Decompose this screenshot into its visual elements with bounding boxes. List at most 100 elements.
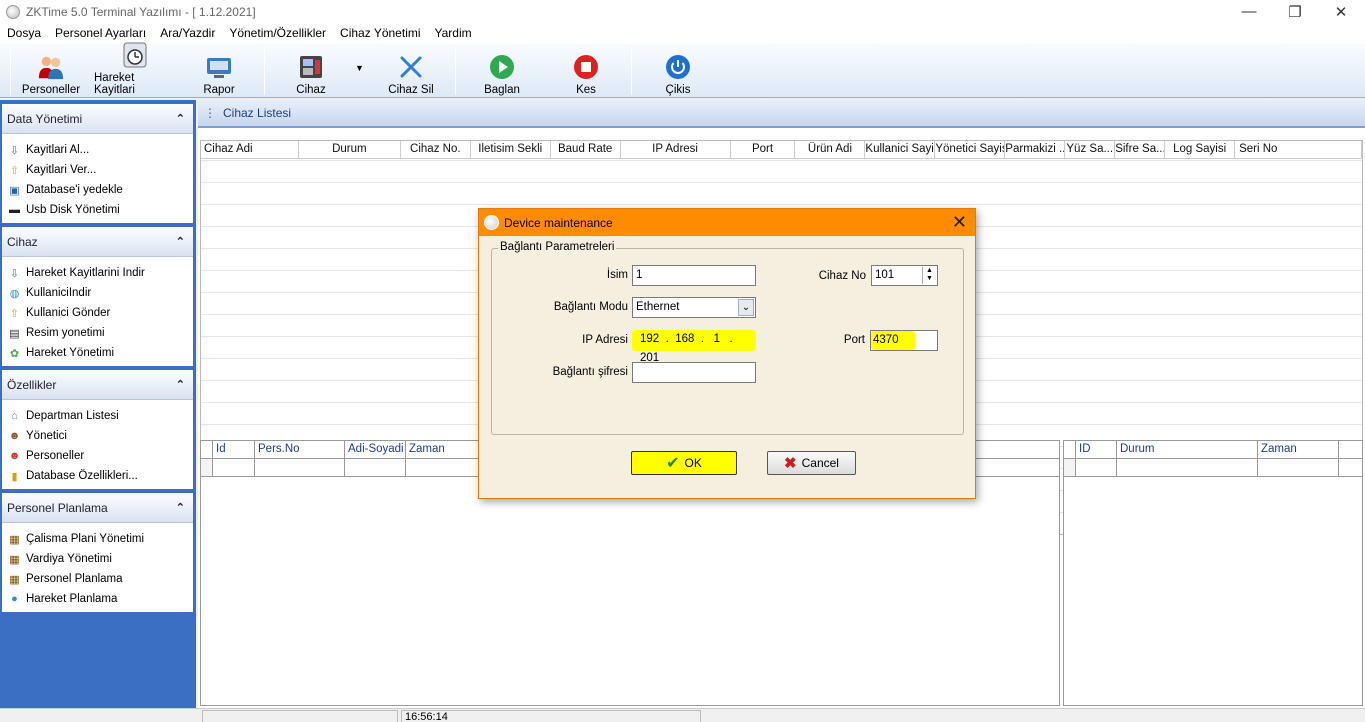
menu-ara-yazdir[interactable]: Ara/Yazdir [153, 26, 222, 40]
isim-input[interactable]: 1 [632, 265, 756, 286]
cikis-button[interactable]: Çikis [658, 48, 698, 96]
column-header[interactable]: Iletisim Sekli [471, 141, 551, 158]
left-navigation-panel: Data Yönetimi ⌃ ⇩ Kayitlari Al... ⇧ Kayitl… [0, 100, 196, 708]
column-header[interactable]: IP Adresi [621, 141, 731, 158]
sidebar-item-personeller[interactable]: ☻ Personeller [2, 446, 193, 466]
column-header[interactable]: Yüz Sa... [1065, 141, 1116, 158]
status-grid-header: ID Durum Zaman [1064, 441, 1362, 459]
sidebar-item-database-ozellikleri[interactable]: ▮ Database Özellikleri... [2, 466, 193, 486]
sidebar-item-database-yedekle[interactable]: ▣ Database'i yedekle [2, 180, 193, 200]
cihaz-sil-label: Cihaz Sil [388, 84, 434, 96]
personeller-button[interactable]: Personeller [22, 48, 80, 96]
report-icon [205, 53, 233, 81]
sidebar-item-usb-disk[interactable]: ▬ Usb Disk Yönetimi [2, 200, 193, 220]
menu-yardim[interactable]: Yardim [428, 26, 479, 40]
power-icon [664, 53, 692, 81]
column-header[interactable]: Parmakizi ... [1005, 141, 1066, 158]
dialog-close-icon[interactable]: ✕ [952, 212, 967, 233]
port-input[interactable]: 4370 [870, 330, 938, 351]
sidebar-item-resim-yonetimi[interactable]: ▤ Resim yonetimi [2, 323, 193, 343]
sidebar-item-hareket-indir[interactable]: ⇩ Hareket Kayitlarini Indir [2, 263, 193, 283]
ok-button[interactable]: ✔ OK [631, 451, 737, 475]
play-icon [488, 53, 516, 81]
section-header[interactable]: Cihaz ⌃ [2, 227, 193, 257]
menu-cihaz-yonetimi[interactable]: Cihaz Yönetimi [333, 26, 427, 40]
column-header[interactable]: Baud Rate [551, 141, 621, 158]
arrow-down-green-icon: ⇩ [9, 144, 20, 157]
cihaz-no-label: Cihaz No [818, 270, 866, 282]
sidebar-item-hareket-yonetimi[interactable]: ✿ Hareket Yönetimi [2, 343, 193, 363]
cihaz-sil-button[interactable]: Cihaz Sil [385, 48, 437, 96]
close-window-button[interactable]: ✕ [1318, 0, 1364, 23]
column-header[interactable]: Zaman [406, 441, 480, 458]
column-header[interactable]: ID [1076, 441, 1117, 458]
usb-icon: ▬ [9, 204, 20, 216]
column-header[interactable]: Port [731, 141, 796, 158]
baglanti-modu-label: Bağlantı Modu [553, 301, 628, 313]
sidebar-item-kullanici-indir[interactable]: ◍ KullaniciIndir [2, 283, 193, 303]
chevron-down-icon[interactable]: ⌄ [738, 299, 754, 316]
sidebar-item-kullanici-gonder[interactable]: ⇧ Kullanici Gönder [2, 303, 193, 323]
spin-arrows-icon[interactable]: ▲ ▼ [922, 267, 936, 284]
sidebar-item-calisma-plani[interactable]: ▦ Çalisma Plani Yönetimi [2, 529, 193, 549]
cihaz-button[interactable]: Cihaz [288, 48, 334, 96]
group-icon: ✿ [9, 347, 20, 360]
column-header[interactable]: Id [213, 441, 255, 458]
baglan-button[interactable]: Baglan [480, 48, 524, 96]
menu-dosya[interactable]: Dosya [0, 26, 48, 40]
table-row[interactable] [1064, 459, 1362, 477]
section-header[interactable]: Özellikler ⌃ [2, 370, 193, 400]
dialog-title-bar[interactable]: Device maintenance [479, 209, 975, 236]
section-header[interactable]: Personel Planlama ⌃ [2, 493, 193, 523]
column-header[interactable]: Adi-Soyadi [345, 441, 406, 458]
ip-adresi-input[interactable]: 192 . 168 . 1 . 201 [632, 330, 756, 364]
kes-button[interactable]: Kes [566, 48, 606, 96]
ip-dot: . [723, 333, 736, 345]
sidebar-item-hareket-planlama[interactable]: ● Hareket Planlama [2, 589, 193, 609]
dialog-title: Device maintenance [504, 215, 613, 230]
column-header[interactable]: Ürün Adi [795, 141, 866, 158]
menu-bar: Dosya Personel Ayarları Ara/Yazdir Yönet… [0, 23, 1365, 43]
menu-personel-ayarlari[interactable]: Personel Ayarları [48, 26, 153, 40]
sidebar-item-yonetici[interactable]: ☻ Yönetici [2, 426, 193, 446]
sidebar-item-kayitlari-al[interactable]: ⇩ Kayitlari Al... [2, 140, 193, 160]
rapor-button[interactable]: Rapor [196, 48, 242, 96]
cancel-x-icon: ✖ [784, 455, 797, 472]
hareket-kayitlari-button[interactable]: Hareket Kayitlari [94, 42, 176, 96]
cihaz-no-stepper[interactable]: 101 ▲ ▼ [871, 265, 938, 286]
sidebar-item-departman-listesi[interactable]: ⌂ Departman Listesi [2, 406, 193, 426]
device-icon [297, 53, 325, 81]
column-header[interactable]: Sifre Sa... [1115, 141, 1166, 158]
rapor-label: Rapor [203, 84, 235, 96]
column-header[interactable]: Cihaz Adi [201, 141, 299, 158]
column-header[interactable]: Durum [1117, 441, 1258, 458]
toolbar-separator [631, 47, 632, 95]
baglanti-modu-select[interactable]: Ethernet ⌄ [632, 297, 756, 318]
sidebar-item-kayitlari-ver[interactable]: ⇧ Kayitlari Ver... [2, 160, 193, 180]
cihaz-dropdown-arrow-icon[interactable]: ▼ [355, 63, 364, 73]
column-header[interactable]: Cihaz No. [401, 141, 471, 158]
column-header[interactable]: Kullanici Sayisi [865, 141, 936, 158]
menu-yonetim-ozellikler[interactable]: Yönetim/Özellikler [222, 26, 333, 40]
status-grid[interactable]: ID Durum Zaman [1063, 440, 1363, 706]
section-ozellikler: Özellikler ⌃ ⌂ Departman Listesi ☻ Yönetic… [2, 370, 193, 489]
column-header[interactable]: Seri No [1235, 141, 1362, 158]
column-header[interactable]: Pers.No [255, 441, 345, 458]
sidebar-item-vardiya[interactable]: ▦ Vardiya Yönetimi [2, 549, 193, 569]
column-header[interactable]: Durum [299, 141, 401, 158]
collapse-chevron-icon[interactable]: ⌃ [176, 378, 185, 391]
column-header[interactable]: Yönetici Sayisi [935, 141, 1006, 158]
sidebar-item-personel-planlama[interactable]: ▦ Personel Planlama [2, 569, 193, 589]
column-header[interactable]: Log Sayisi [1165, 141, 1236, 158]
collapse-chevron-icon[interactable]: ⌃ [176, 501, 185, 514]
device-maintenance-dialog: Device maintenance ✕ Bağlantı Parametrel… [478, 208, 976, 499]
baglanti-sifresi-input[interactable] [632, 362, 756, 383]
cancel-button[interactable]: ✖ Cancel [767, 451, 856, 475]
minimize-button[interactable]: — [1226, 0, 1272, 23]
section-header[interactable]: Data Yönetimi ⌃ [2, 104, 193, 134]
collapse-chevron-icon[interactable]: ⌃ [176, 235, 185, 248]
collapse-chevron-icon[interactable]: ⌃ [176, 112, 185, 125]
column-header[interactable]: Zaman [1258, 441, 1339, 458]
toolbar-separator [455, 47, 456, 95]
restore-button[interactable]: ❐ [1272, 0, 1318, 23]
